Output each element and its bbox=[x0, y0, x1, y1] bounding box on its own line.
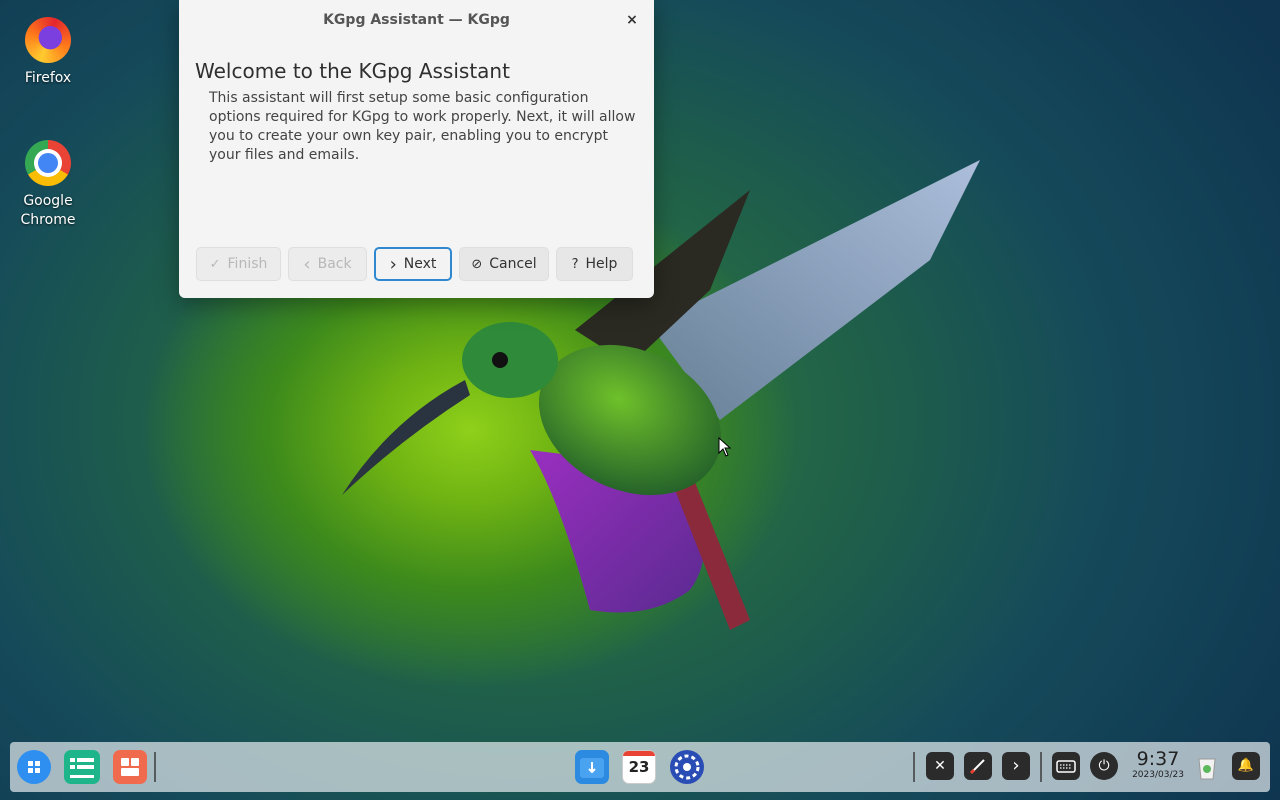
next-label: Next bbox=[403, 256, 437, 272]
calendar-button[interactable]: 23 bbox=[622, 750, 656, 784]
chevron-right-icon: › bbox=[389, 253, 397, 275]
volume-muted-button[interactable]: ✕ bbox=[926, 752, 954, 780]
network-disabled-icon bbox=[969, 759, 985, 775]
back-label: Back bbox=[317, 256, 352, 272]
app-store-button[interactable] bbox=[113, 750, 147, 784]
help-label: Help bbox=[585, 256, 618, 272]
kgpg-assistant-dialog: KGpg Assistant — KGpg × Welcome to the K… bbox=[179, 0, 654, 298]
back-button[interactable]: ‹ Back bbox=[288, 247, 367, 281]
notification-center-button[interactable]: 🔔 bbox=[1232, 752, 1260, 780]
multitask-view-button[interactable] bbox=[64, 750, 100, 784]
bell-icon: 🔔 bbox=[1237, 758, 1255, 773]
clock-date: 2023/03/23 bbox=[1132, 770, 1184, 780]
page-heading: Welcome to the KGpg Assistant bbox=[195, 59, 510, 83]
chrome-icon bbox=[25, 140, 71, 186]
firefox-icon bbox=[25, 17, 71, 63]
clock-time: 9:37 bbox=[1136, 748, 1180, 770]
multitask-icon bbox=[70, 758, 94, 778]
file-manager-button[interactable] bbox=[575, 750, 609, 784]
keyboard-icon bbox=[1056, 760, 1076, 773]
mouse-cursor-icon bbox=[718, 437, 732, 457]
gear-icon bbox=[674, 754, 700, 780]
cancel-icon: ⊘ bbox=[471, 256, 483, 272]
dialog-titlebar[interactable]: KGpg Assistant — KGpg × bbox=[179, 0, 654, 40]
folder-icon bbox=[580, 758, 604, 778]
taskbar-separator bbox=[913, 752, 915, 782]
grid-icon bbox=[28, 761, 40, 773]
chevron-right-icon: › bbox=[1012, 755, 1020, 776]
help-button[interactable]: ? Help bbox=[556, 247, 633, 281]
dialog-button-row: ✓ Finish ‹ Back › Next ⊘ Cancel ? Help bbox=[196, 247, 633, 281]
desktop-icon-label: Firefox bbox=[24, 70, 72, 86]
close-icon[interactable]: × bbox=[622, 10, 642, 30]
dialog-title: KGpg Assistant — KGpg bbox=[323, 12, 510, 28]
desktop-icon-google-chrome[interactable]: Google Chrome bbox=[3, 140, 93, 230]
finish-label: Finish bbox=[227, 256, 268, 272]
check-icon: ✓ bbox=[209, 256, 221, 272]
clock[interactable]: 9:37 2023/03/23 bbox=[1128, 748, 1188, 780]
system-settings-button[interactable] bbox=[670, 750, 704, 784]
next-button[interactable]: › Next bbox=[374, 247, 452, 281]
finish-button[interactable]: ✓ Finish bbox=[196, 247, 281, 281]
trash-icon bbox=[1198, 758, 1216, 780]
power-icon: ⏻ bbox=[1098, 758, 1110, 774]
taskbar-separator bbox=[1040, 752, 1042, 782]
intro-text: This assistant will first setup some bas… bbox=[209, 90, 636, 163]
taskbar: 23 ✕ › ⏻ 9:37 2023/03/23 � bbox=[10, 742, 1270, 792]
calendar-day: 23 bbox=[628, 758, 650, 776]
power-button[interactable]: ⏻ bbox=[1090, 752, 1118, 780]
chevron-left-icon: ‹ bbox=[303, 253, 311, 275]
launcher-button[interactable] bbox=[17, 750, 51, 784]
desktop-icon-firefox[interactable]: Firefox bbox=[3, 17, 93, 88]
speaker-muted-icon: ✕ bbox=[934, 758, 946, 774]
cancel-label: Cancel bbox=[489, 256, 537, 272]
help-icon: ? bbox=[571, 256, 579, 272]
desktop-icon-label: Google Chrome bbox=[20, 193, 76, 228]
trash-button[interactable] bbox=[1193, 750, 1221, 784]
network-button[interactable] bbox=[964, 752, 992, 780]
tray-expand-button[interactable]: › bbox=[1002, 752, 1030, 780]
cancel-button[interactable]: ⊘ Cancel bbox=[459, 247, 549, 281]
taskbar-separator bbox=[154, 752, 156, 782]
app-store-icon bbox=[121, 758, 139, 776]
onscreen-keyboard-button[interactable] bbox=[1052, 752, 1080, 780]
